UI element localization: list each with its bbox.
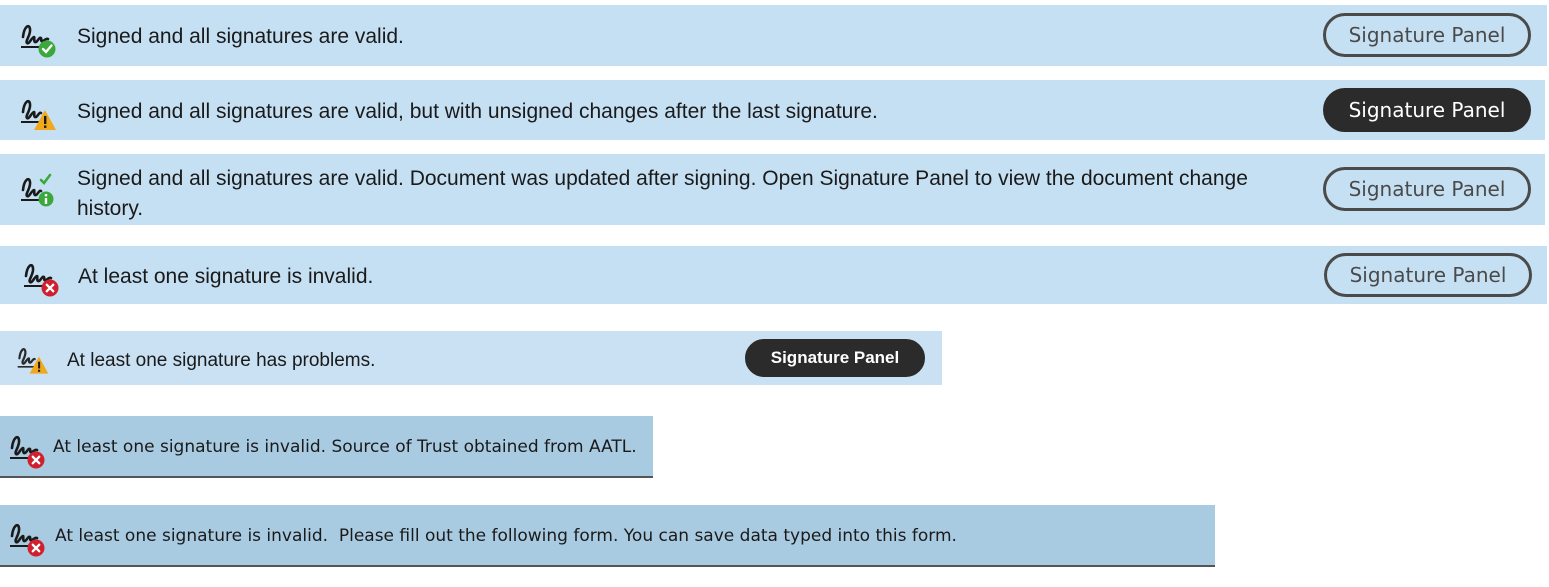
signature-banner-updated: Signed and all signatures are valid. Doc…: [0, 154, 1545, 225]
signature-warning-icon: [19, 94, 59, 139]
signature-panel-button[interactable]: Signature Panel: [1324, 253, 1532, 297]
signature-info-icon: [19, 172, 59, 217]
signature-banner-invalid-aatl: At least one signature is invalid. Sourc…: [0, 416, 653, 478]
signature-panel-button[interactable]: Signature Panel: [1323, 167, 1531, 211]
banner-message: At least one signature is invalid.: [78, 265, 374, 288]
signature-banner-valid: Signed and all signatures are valid. Sig…: [0, 5, 1547, 66]
banner-message: Signed and all signatures are valid.: [77, 25, 404, 48]
banner-message: At least one signature is invalid. Sourc…: [53, 437, 637, 457]
signature-banner-problems: At least one signature has problems. Sig…: [0, 331, 942, 385]
banner-message: Signed and all signatures are valid, but…: [77, 100, 878, 123]
banner-message: At least one signature is invalid. Pleas…: [55, 526, 957, 546]
signature-invalid-icon: [22, 258, 62, 303]
signature-banner-unsigned-changes: Signed and all signatures are valid, but…: [0, 80, 1545, 140]
signature-panel-button[interactable]: Signature Panel: [745, 339, 925, 377]
signature-banner-invalid: At least one signature is invalid. Signa…: [0, 246, 1547, 304]
signature-panel-button[interactable]: Signature Panel: [1323, 13, 1531, 57]
banner-message: Signed and all signatures are valid. Doc…: [77, 167, 1248, 220]
signature-panel-button[interactable]: Signature Panel: [1323, 88, 1531, 132]
banner-message: At least one signature has problems.: [67, 350, 376, 371]
signature-invalid-icon: [8, 518, 48, 563]
signature-warning-icon: [16, 343, 50, 382]
signature-invalid-icon: [8, 430, 48, 475]
signature-valid-icon: [19, 19, 59, 64]
signature-banner-invalid-form: At least one signature is invalid. Pleas…: [0, 505, 1215, 567]
